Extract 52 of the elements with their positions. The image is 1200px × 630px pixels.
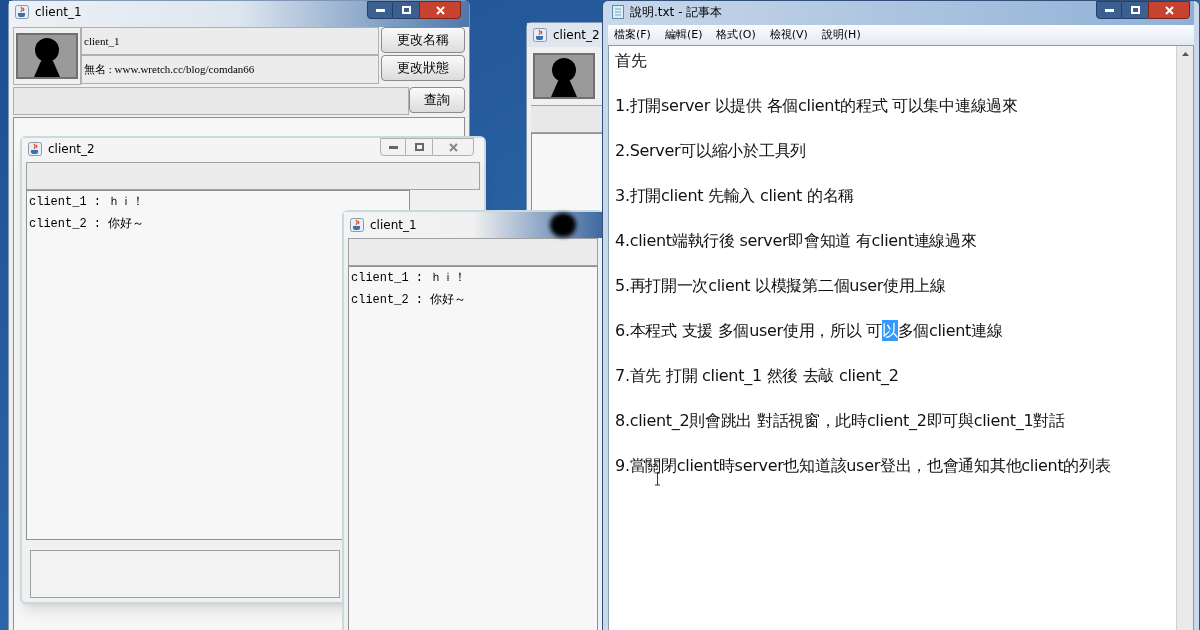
close-button[interactable] [419, 1, 461, 19]
change-status-button[interactable]: 更改狀態 [381, 55, 465, 81]
chat-message: client_2 : 你好～ [351, 292, 467, 309]
query-button[interactable]: 查詢 [409, 87, 465, 113]
text-line: 9.當關閉client時server也知道該user登出，也會通知其他client的列表 [615, 455, 1111, 476]
coffee-cup-icon [350, 218, 364, 232]
status-field[interactable]: 無名 : www.wretch.cc/blog/comdan66 [81, 55, 379, 84]
message-input[interactable] [30, 550, 340, 598]
close-button[interactable] [1148, 1, 1190, 19]
text-line: 1.打開server 以提供 各個client的程式 可以集中連線過來 [615, 95, 1018, 116]
window-title: client_1 [370, 217, 417, 234]
notepad-icon [612, 5, 624, 19]
window-title: client_2 [553, 27, 600, 44]
text-cursor-icon [654, 472, 661, 486]
text-line: 3.打開client 先輸入 client 的名稱 [615, 185, 854, 206]
close-icon [435, 5, 445, 15]
text-line: 6.本程式 支援 多個user使用，所以 可 [615, 320, 882, 341]
menu-item[interactable]: 編輯(E) [664, 26, 703, 44]
coffee-cup-icon [533, 28, 547, 42]
window-title: 說明.txt - 記事本 [630, 4, 723, 21]
menu-item[interactable]: 說明(H) [821, 26, 861, 44]
minimize-button[interactable] [380, 138, 406, 156]
chat-message: client_2 : 你好～ [29, 216, 145, 233]
close-icon [448, 142, 458, 152]
blur-spot [550, 213, 576, 237]
menu-item[interactable]: 檢視(V) [769, 26, 808, 44]
maximize-button[interactable] [406, 138, 432, 156]
scrollbar[interactable] [1176, 46, 1193, 630]
menu-item[interactable]: 檔案(F) [614, 26, 651, 44]
minimize-button[interactable] [1096, 1, 1122, 19]
text-line: 8.client_2則會跳出 對話視窗，此時client_2即可與client_1對話 [615, 410, 1065, 431]
maximize-button[interactable] [1122, 1, 1148, 19]
rename-button[interactable]: 更改名稱 [381, 27, 465, 53]
person-silhouette-icon [549, 57, 579, 97]
menu-item[interactable]: 格式(O) [716, 26, 756, 44]
minimize-button[interactable] [367, 1, 393, 19]
text-line: 首先 [615, 50, 647, 71]
coffee-cup-icon [28, 142, 42, 156]
close-icon [1164, 5, 1174, 15]
chat-message: client_1 : ｈｉ！ [29, 194, 145, 211]
window-title: client_2 [48, 141, 95, 158]
maximize-button[interactable] [393, 1, 419, 19]
coffee-cup-icon [15, 5, 29, 19]
name-field[interactable]: client_1 [81, 27, 379, 55]
text-line: 4.client端執行後 server即會知道 有client連線過來 [615, 230, 977, 251]
window-title: client_1 [35, 4, 82, 21]
chat-message: client_1 : ｈｉ！ [351, 270, 467, 287]
text-line: 2.Server可以縮小於工具列 [615, 140, 806, 161]
scroll-up-icon[interactable] [1181, 52, 1189, 56]
text-line: 5.再打開一次client 以模擬第二個user使用上線 [615, 275, 946, 296]
text-line: 7.首先 打開 client_1 然後 去敲 client_2 [615, 365, 899, 386]
person-silhouette-icon [32, 37, 62, 77]
